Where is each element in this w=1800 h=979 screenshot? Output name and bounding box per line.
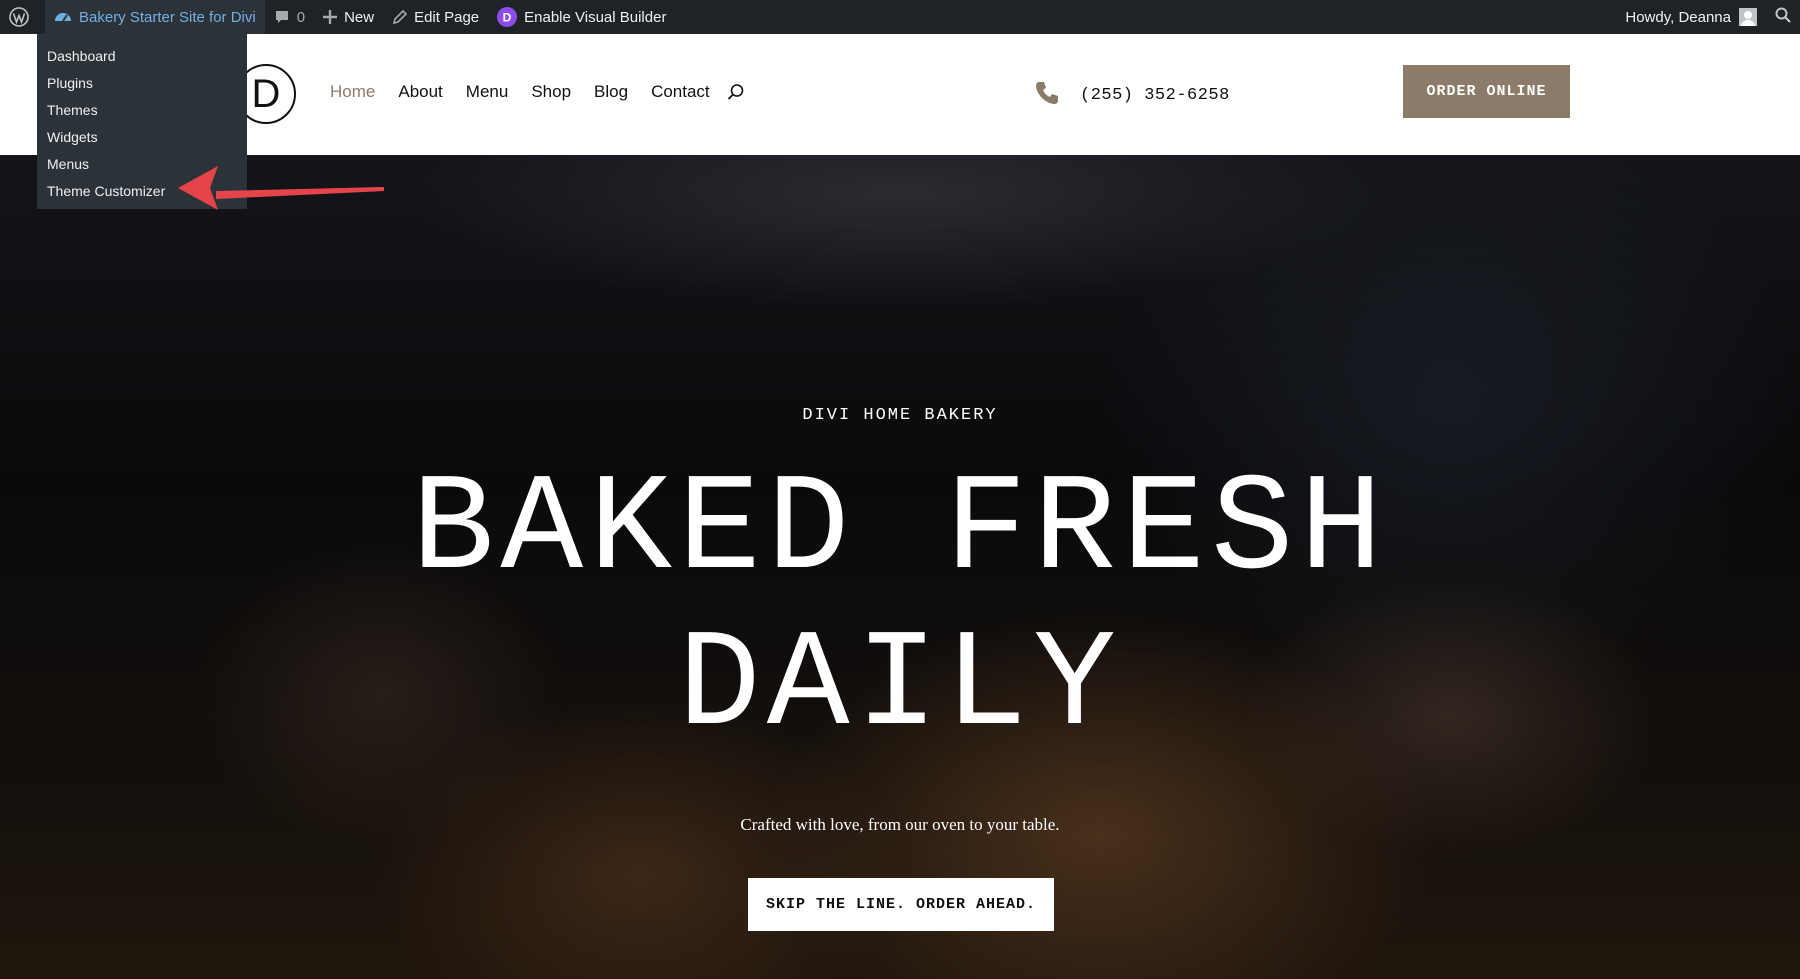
wordpress-icon — [9, 7, 29, 27]
hero-headline-line-2: DAILY — [677, 609, 1123, 765]
nav-about[interactable]: About — [398, 82, 442, 102]
svg-text:D: D — [503, 11, 512, 25]
menu-item-dashboard[interactable]: Dashboard — [37, 43, 247, 70]
my-account-menu[interactable]: Howdy, Deanna — [1616, 0, 1766, 34]
pencil-icon — [392, 9, 408, 25]
avatar — [1739, 8, 1757, 26]
search-icon — [1775, 7, 1791, 27]
menu-item-widgets[interactable]: Widgets — [37, 124, 247, 151]
nav-shop[interactable]: Shop — [531, 82, 571, 102]
edit-page-button[interactable]: Edit Page — [383, 0, 488, 34]
nav-contact[interactable]: Contact — [651, 82, 710, 102]
main-navigation: Home About Menu Shop Blog Contact — [330, 82, 745, 102]
dashboard-icon — [54, 9, 72, 25]
order-online-button[interactable]: ORDER ONLINE — [1403, 65, 1570, 118]
site-name-menu[interactable]: Bakery Starter Site for Divi — [45, 0, 265, 34]
menu-item-themes[interactable]: Themes — [37, 97, 247, 124]
comments-button[interactable]: 0 — [265, 0, 314, 34]
enable-visual-builder-button[interactable]: D Enable Visual Builder — [488, 0, 675, 34]
phone-number[interactable]: (255) 352-6258 — [1080, 86, 1230, 105]
logo-letter: D — [251, 71, 281, 116]
menu-item-plugins[interactable]: Plugins — [37, 70, 247, 97]
site-header: D Home About Menu Shop Blog Contact (255… — [0, 34, 1800, 155]
nav-home[interactable]: Home — [330, 82, 375, 102]
greeting-label: Howdy, Deanna — [1625, 8, 1731, 26]
admin-bar: Bakery Starter Site for Divi 0 New Edit … — [0, 0, 1800, 34]
nav-menu[interactable]: Menu — [466, 82, 509, 102]
site-name-label: Bakery Starter Site for Divi — [79, 8, 256, 26]
comments-count: 0 — [296, 8, 306, 26]
hero-section: DIVI HOME BAKERY BAKED FRESH DAILY Craft… — [0, 155, 1800, 979]
edit-page-label: Edit Page — [414, 8, 480, 26]
hero-headline: BAKED FRESH DAILY — [0, 453, 1800, 765]
divi-icon: D — [497, 7, 518, 27]
phone-icon — [1034, 80, 1060, 111]
visual-builder-label: Enable Visual Builder — [524, 8, 667, 26]
wordpress-logo-button[interactable] — [0, 0, 45, 34]
search-icon[interactable] — [727, 83, 745, 101]
hero-tagline: Crafted with love, from our oven to your… — [740, 815, 1060, 834]
new-content-button[interactable]: New — [314, 0, 383, 34]
phone-contact: (255) 352-6258 — [1034, 80, 1230, 111]
annotation-arrow — [178, 166, 384, 210]
hero-headline-line-1: BAKED FRESH — [411, 453, 1389, 609]
plus-icon — [323, 10, 338, 24]
hero-eyebrow: DIVI HOME BAKERY — [802, 406, 998, 425]
comment-icon — [274, 9, 290, 25]
nav-blog[interactable]: Blog — [594, 82, 628, 102]
new-label: New — [344, 8, 375, 26]
order-ahead-button[interactable]: SKIP THE LINE. ORDER AHEAD. — [748, 878, 1054, 931]
admin-search-button[interactable] — [1766, 0, 1800, 34]
